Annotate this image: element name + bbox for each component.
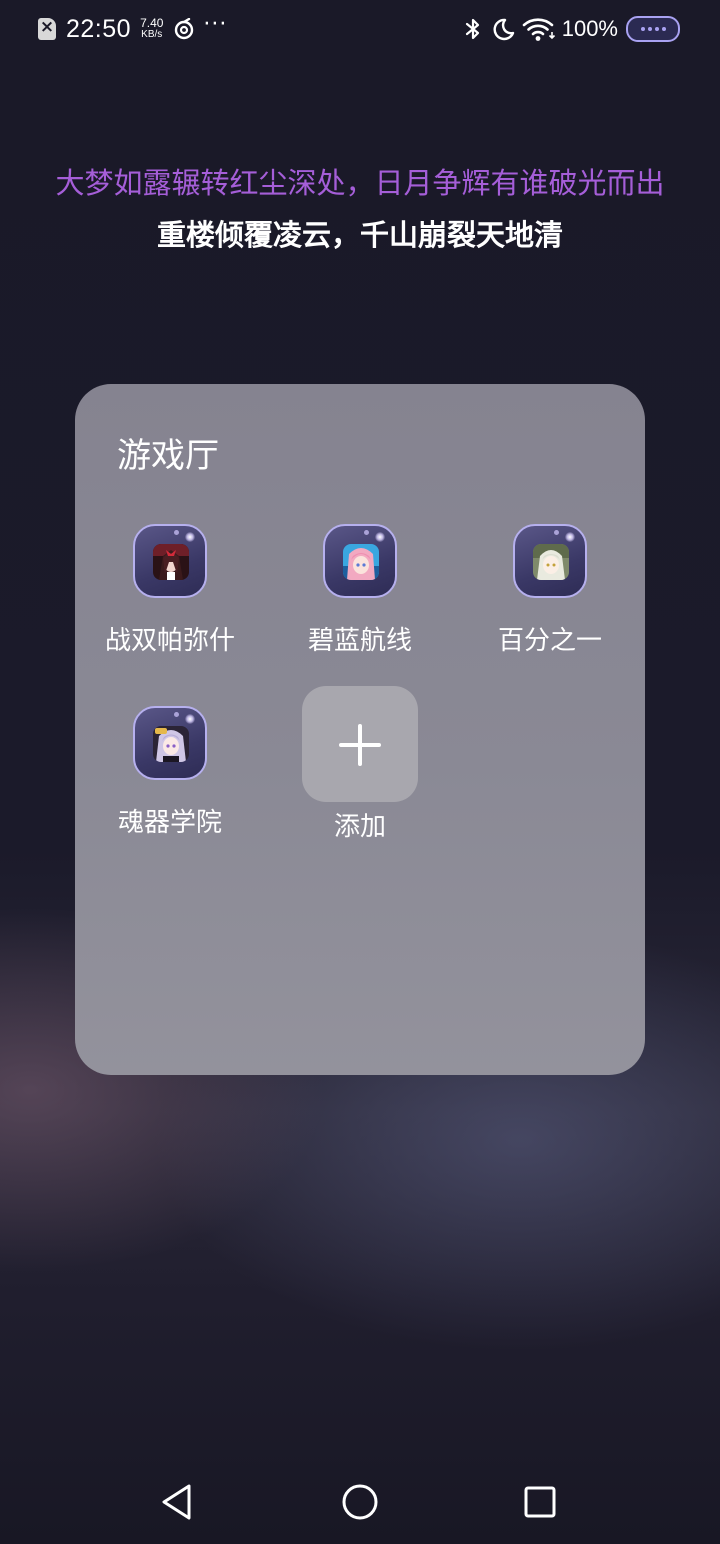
add-app-tile[interactable]: 添加 [270, 686, 450, 843]
add-app-button[interactable] [302, 686, 418, 802]
sparkle-decoration [185, 714, 195, 724]
app-label: 百分之一 [497, 626, 602, 656]
game-avatar-icon [343, 544, 379, 580]
game-avatar-icon [153, 544, 189, 580]
sparkle-decoration [375, 532, 385, 542]
sparkle-decoration [185, 532, 195, 542]
sim-disabled-icon [38, 17, 56, 40]
sparkle-decoration [565, 532, 575, 542]
app-label: 战双帕弥什 [104, 626, 235, 656]
app-icon-baifenzhiyi[interactable] [513, 524, 587, 598]
recents-icon[interactable] [516, 1478, 564, 1526]
app-label: 魂器学院 [117, 808, 222, 838]
moon-icon [493, 18, 514, 41]
game-avatar-icon [533, 544, 569, 580]
lyric-line-1: 大梦如露辗转红尘深处，日月争辉有谁破光而出 [55, 166, 665, 200]
app-zhanshuang[interactable]: 战双帕弥什 [80, 524, 260, 657]
home-icon[interactable] [336, 1478, 384, 1526]
status-right: 100% [464, 12, 680, 46]
network-speed-unit: KB/s [141, 29, 163, 40]
add-app-label: 添加 [333, 812, 386, 842]
network-speed-value: 7.40 [140, 16, 164, 30]
app-baifenzhiyi[interactable]: 百分之一 [460, 524, 640, 657]
app-label: 碧蓝航线 [307, 626, 412, 656]
app-biluan[interactable]: 碧蓝航线 [270, 524, 450, 657]
sparkle-decoration [174, 530, 179, 535]
battery-icon [626, 16, 680, 42]
sparkle-decoration [554, 530, 559, 535]
game-avatar-icon [153, 726, 189, 762]
sparkle-decoration [174, 712, 179, 717]
wifi-icon [522, 18, 555, 41]
status-left: 22:50 7.40 KB/s ··· [38, 12, 227, 46]
app-folder: 游戏厅 战双帕弥什 碧蓝航线 百分之一 魂器学院 添加 [75, 384, 645, 1075]
status-bar: 22:50 7.40 KB/s ··· 100% [0, 0, 720, 58]
network-speed: 7.40 KB/s [140, 16, 164, 40]
app-hunqi[interactable]: 魂器学院 [80, 706, 260, 839]
back-icon[interactable] [154, 1478, 202, 1526]
plus-icon [339, 724, 381, 766]
battery-percent: 100% [561, 16, 618, 41]
bluetooth-icon [465, 18, 479, 40]
app-icon-biluan[interactable] [323, 524, 397, 598]
more-notifications-icon: ··· [203, 12, 228, 37]
folder-title[interactable]: 游戏厅 [117, 428, 219, 477]
lyric-line-2: 重楼倾覆凌云，千山崩裂天地清 [156, 218, 563, 252]
app-icon-hunqi[interactable] [133, 706, 207, 780]
app-icon-zhanshuang[interactable] [133, 524, 207, 598]
clock: 22:50 [66, 14, 132, 43]
sparkle-decoration [364, 530, 369, 535]
sync-icon [175, 18, 194, 40]
